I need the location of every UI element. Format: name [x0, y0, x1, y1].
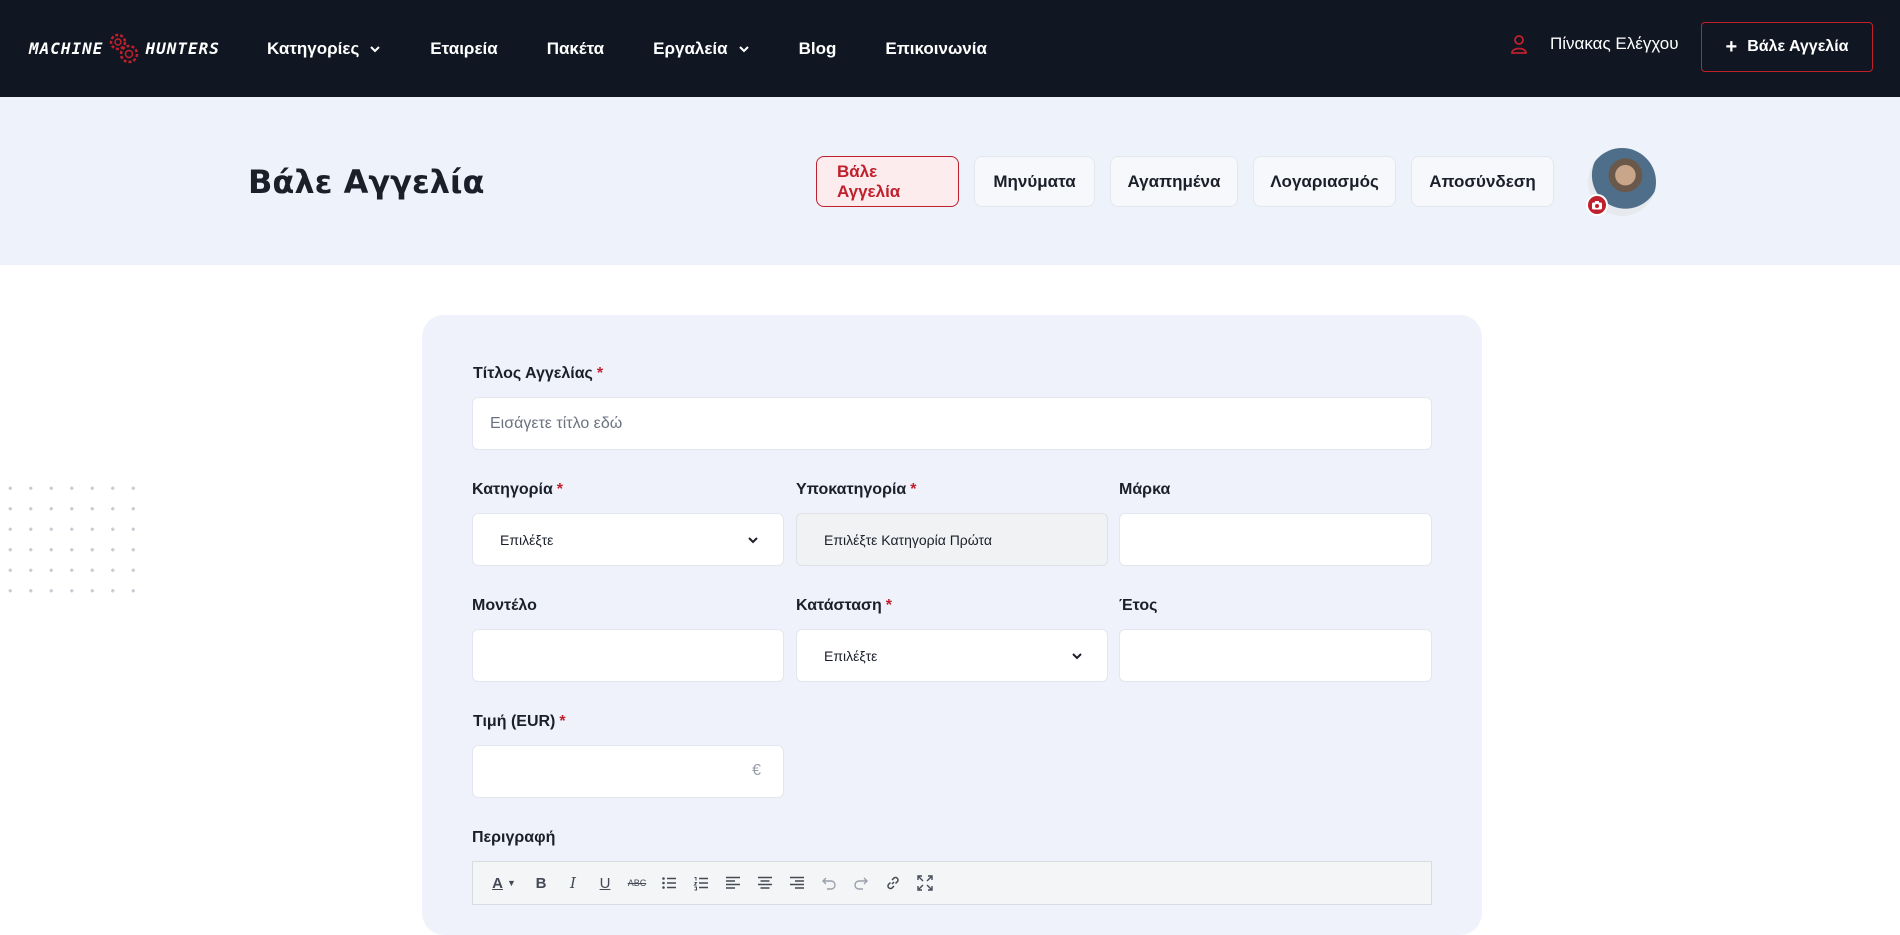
title-label: Τίτλος Αγγελίας * [473, 365, 604, 382]
year-label: Έτος [1119, 597, 1158, 614]
subcategory-select-value: Επιλέξτε Κατηγορία Πρώτα [824, 531, 992, 548]
category-label: Κατηγορία * [472, 481, 564, 498]
gears-icon [110, 33, 139, 64]
avatar[interactable] [1586, 148, 1656, 216]
tab-post-ad[interactable]: Βάλε Αγγελία [816, 156, 959, 207]
account-tabs: Βάλε Αγγελία Μηνύματα Αγαπημένα Λογαριασ… [816, 156, 1569, 207]
plus-icon: + [1725, 35, 1738, 58]
nav-item-categories[interactable]: Κατηγορίες [267, 39, 381, 59]
dashboard-label: Πίνακας Ελέγχου [1550, 34, 1679, 53]
user-icon [1511, 35, 1527, 54]
category-select-value: Επιλέξτε [500, 531, 554, 548]
font-color-icon[interactable]: A ▼ [483, 867, 525, 899]
nav-item-blog[interactable]: Blog [799, 39, 837, 59]
condition-select-value: Επιλέξτε [824, 647, 878, 664]
brand-input[interactable] [1119, 513, 1432, 566]
chevron-down-icon [738, 45, 749, 52]
numbered-list-icon[interactable] [685, 867, 717, 899]
editor-toolbar: A ▼ B I U ABC [472, 861, 1432, 905]
nav-item-label: Εταιρεία [430, 38, 498, 58]
price-label: Τιμή (EUR) * [473, 713, 566, 730]
page-title: Βάλε Αγγελία [248, 163, 485, 201]
dashboard-link[interactable]: Πίνακας Ελέγχου [1510, 34, 1679, 54]
year-input[interactable] [1119, 629, 1432, 682]
euro-icon: € [752, 762, 761, 779]
model-label: Μοντέλο [472, 597, 537, 614]
top-navbar: MACHINE HUNTERS Κατηγορίες Εταιρεία Πακέ… [0, 0, 1900, 97]
main-nav: Κατηγορίες Εταιρεία Πακέτα Εργαλεία Blog… [267, 0, 1036, 97]
nav-item-packages[interactable]: Πακέτα [547, 39, 604, 59]
decorative-dots [0, 478, 150, 598]
logo-text-left: MACHINE [29, 38, 104, 58]
tab-account[interactable]: Λογαριασμός [1253, 156, 1396, 207]
chevron-down-icon [370, 45, 381, 52]
align-left-icon[interactable] [717, 867, 749, 899]
redo-icon[interactable] [845, 867, 877, 899]
post-ad-form: Τίτλος Αγγελίας * Εισάγετε τίτλο εδώ Κατη… [422, 315, 1482, 935]
align-center-icon[interactable] [749, 867, 781, 899]
nav-item-label: Πακέτα [546, 38, 605, 58]
price-input[interactable]: € [472, 745, 784, 798]
condition-select[interactable]: Επιλέξτε [796, 629, 1108, 682]
title-input[interactable]: Εισάγετε τίτλο εδώ [472, 397, 1432, 450]
tab-messages[interactable]: Μηνύματα [974, 156, 1095, 207]
fullscreen-icon[interactable] [909, 867, 941, 899]
undo-icon[interactable] [813, 867, 845, 899]
subcategory-label: Υποκατηγορία * [796, 481, 917, 498]
underline-icon[interactable]: U [589, 867, 621, 899]
nav-item-label: Εργαλεία [653, 38, 728, 58]
camera-icon[interactable] [1586, 194, 1608, 216]
condition-label: Κατάσταση * [796, 597, 892, 614]
nav-item-label: Blog [798, 38, 837, 58]
tab-favorites[interactable]: Αγαπημένα [1110, 156, 1238, 207]
account-header: Βάλε Αγγελία Βάλε Αγγελία Μηνύματα Αγαπη… [0, 97, 1900, 265]
model-input[interactable] [472, 629, 784, 682]
align-right-icon[interactable] [781, 867, 813, 899]
chevron-down-icon [1072, 653, 1082, 660]
post-ad-button[interactable]: + Βάλε Αγγελία [1701, 22, 1873, 72]
nav-item-label: Κατηγορίες [267, 38, 360, 58]
strikethrough-icon[interactable]: ABC [621, 867, 653, 899]
nav-item-tools[interactable]: Εργαλεία [653, 39, 749, 59]
logo-text-right: HUNTERS [145, 38, 220, 58]
bold-icon[interactable]: B [525, 867, 557, 899]
link-icon[interactable] [877, 867, 909, 899]
description-label: Περιγραφή [472, 829, 556, 846]
tab-logout[interactable]: Αποσύνδεση [1411, 156, 1554, 207]
chevron-down-icon [748, 537, 758, 544]
brand-label: Μάρκα [1119, 481, 1171, 498]
site-logo[interactable]: MACHINE HUNTERS [29, 30, 220, 66]
category-select[interactable]: Επιλέξτε [472, 513, 784, 566]
italic-icon[interactable]: I [557, 867, 589, 899]
post-ad-button-label: Βάλε Αγγελία [1747, 38, 1849, 55]
nav-item-company[interactable]: Εταιρεία [430, 39, 497, 59]
bullet-list-icon[interactable] [653, 867, 685, 899]
subcategory-select: Επιλέξτε Κατηγορία Πρώτα [796, 513, 1108, 566]
nav-item-label: Επικοινωνία [885, 38, 987, 58]
nav-item-contact[interactable]: Επικοινωνία [885, 39, 987, 59]
